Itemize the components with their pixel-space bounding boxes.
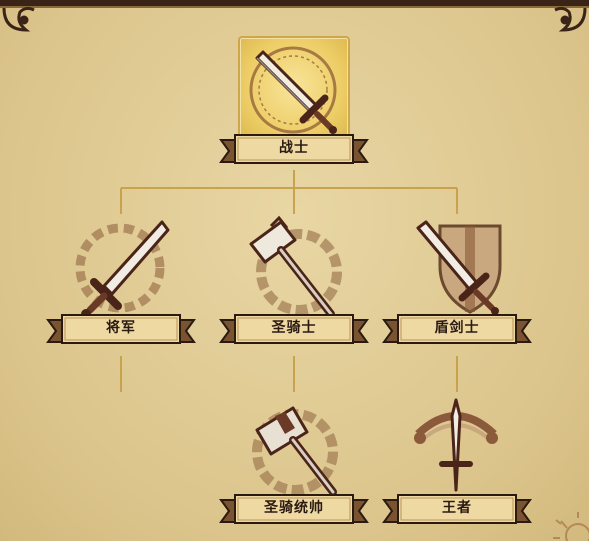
class-node-warrior[interactable]: 战士: [219, 34, 369, 174]
sword-shield-icon: [416, 220, 502, 315]
class-node-paladin[interactable]: 圣骑士: [219, 214, 369, 354]
heavy-hammer-icon: [252, 406, 338, 496]
class-banner: 盾剑士: [382, 312, 532, 348]
class-tree-panel: 战士 将军 圣骑士 盾剑士 圣骑统帅 王者: [0, 0, 589, 541]
class-banner: 圣骑士: [219, 312, 369, 348]
class-label: 将军: [106, 320, 136, 336]
class-node-holy-marshal[interactable]: 圣骑统帅: [219, 394, 369, 534]
broadsword-wreath-icon: [75, 220, 170, 319]
class-node-king[interactable]: 王者: [382, 394, 532, 534]
class-label: 圣骑统帅: [264, 500, 324, 516]
warhammer-icon: [249, 215, 342, 318]
class-label: 圣骑士: [271, 320, 317, 336]
class-node-shield-swordsman[interactable]: 盾剑士: [382, 214, 532, 354]
class-banner: 将军: [46, 312, 196, 348]
sword-emblem-icon: [249, 46, 337, 134]
class-label: 王者: [442, 500, 472, 516]
class-banner: 战士: [219, 132, 369, 168]
class-node-general[interactable]: 将军: [46, 214, 196, 354]
class-banner: 圣骑统帅: [219, 492, 369, 528]
class-banner: 王者: [382, 492, 532, 528]
class-label: 盾剑士: [434, 320, 480, 336]
crowned-sword-icon: [414, 398, 498, 502]
class-label: 战士: [279, 140, 309, 156]
